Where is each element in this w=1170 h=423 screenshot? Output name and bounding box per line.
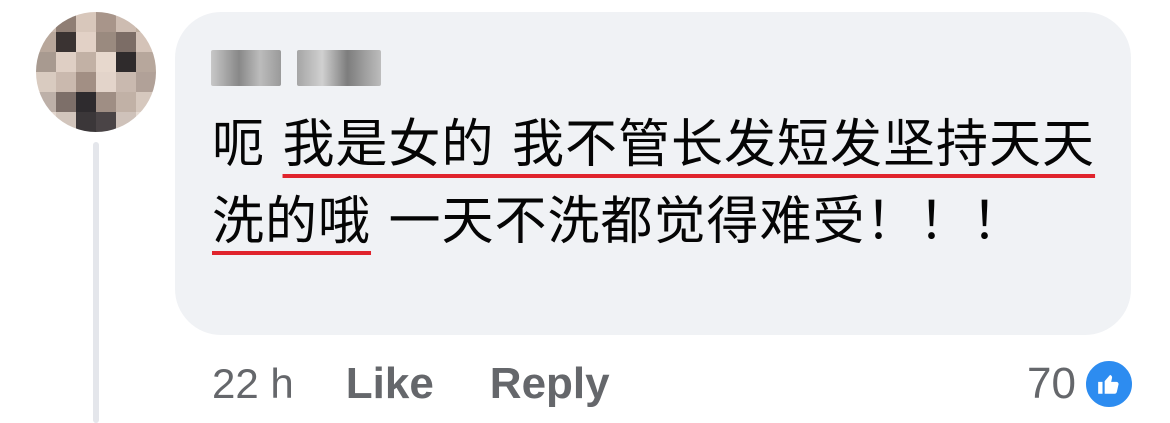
comment-text-prefix: 呃 bbox=[212, 115, 283, 175]
timestamp[interactable]: 22 h bbox=[212, 360, 294, 408]
thread-line bbox=[93, 142, 99, 423]
author-name-redacted[interactable] bbox=[211, 50, 381, 86]
reply-button[interactable]: Reply bbox=[490, 359, 610, 409]
reaction-count: 70 bbox=[1027, 359, 1076, 408]
reactions-summary[interactable]: 70 bbox=[1027, 352, 1134, 416]
comment-bubble: 呃 我是女的 我不管长发短发坚持天天洗的哦 一天不洗都觉得难受！！！ bbox=[175, 12, 1131, 335]
comment-text: 呃 我是女的 我不管长发短发坚持天天洗的哦 一天不洗都觉得难受！！！ bbox=[212, 107, 1112, 261]
comment-text-suffix: 一天不洗都觉得难受！！！ bbox=[371, 192, 1025, 252]
like-button[interactable]: Like bbox=[346, 359, 434, 409]
avatar[interactable] bbox=[36, 12, 156, 132]
thumbs-up-icon bbox=[1084, 359, 1134, 409]
comment-actions: 22 h Like Reply bbox=[212, 352, 610, 416]
